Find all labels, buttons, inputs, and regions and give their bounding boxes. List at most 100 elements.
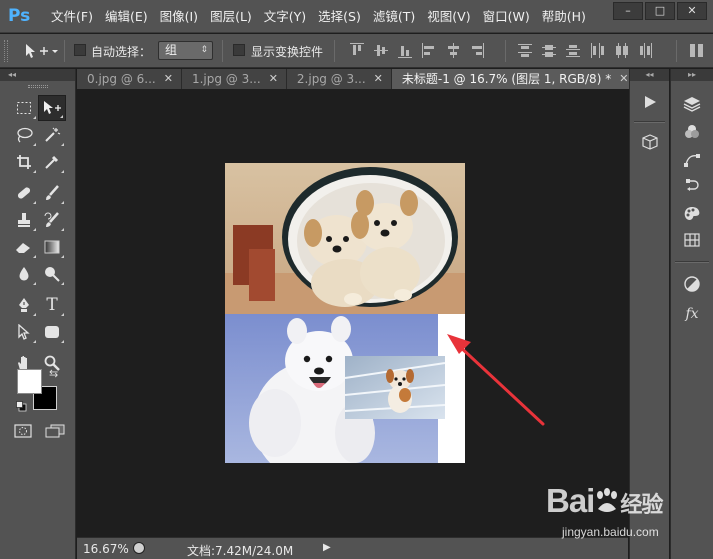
auto-select-dropdown[interactable]: 组 ⇕: [158, 41, 213, 60]
status-info-icon[interactable]: [133, 542, 145, 554]
minimize-button[interactable]: –: [613, 2, 643, 20]
align-top-icon[interactable]: [350, 43, 364, 59]
adjustments-icon[interactable]: [681, 273, 703, 295]
auto-align-layers-icon[interactable]: [690, 43, 704, 59]
3d-cube-icon[interactable]: [639, 131, 661, 153]
quick-mask-icon[interactable]: [14, 424, 32, 441]
healing-brush-tool-icon[interactable]: [10, 180, 38, 206]
tools-panel: ◂◂ T ⇆: [0, 69, 76, 559]
options-separator: [676, 40, 677, 62]
eraser-tool-icon[interactable]: [10, 234, 38, 260]
gradient-tool-icon[interactable]: [38, 234, 66, 260]
close-tab-icon[interactable]: ✕: [374, 69, 383, 89]
clone-stamp-tool-icon[interactable]: [10, 207, 38, 233]
menu-items: 文件(F) 编辑(E) 图像(I) 图层(L) 文字(Y) 选择(S) 滤镜(T…: [46, 0, 593, 33]
right-panel-dock-2: ▸▸ fx: [670, 69, 713, 559]
tool-grid: T: [10, 95, 70, 377]
layers-icon[interactable]: [681, 93, 703, 115]
menu-filter[interactable]: 滤镜(T): [368, 0, 420, 33]
close-tab-icon[interactable]: ✕: [164, 69, 173, 89]
maximize-button[interactable]: □: [645, 2, 675, 20]
auto-select-checkbox[interactable]: [74, 44, 86, 56]
pen-tool-icon[interactable]: [10, 292, 38, 318]
distribute-vcenter-icon[interactable]: [542, 43, 556, 59]
default-colors-icon[interactable]: [16, 401, 27, 412]
path-selection-tool-icon[interactable]: [10, 319, 38, 345]
move-tool-icon[interactable]: [38, 95, 66, 121]
history-icon[interactable]: [681, 175, 703, 197]
distribute-bottom-icon[interactable]: [566, 43, 580, 59]
align-vcenter-icon[interactable]: [374, 43, 388, 59]
document-size: 文档:7.42M/24.0M: [187, 544, 294, 558]
tab-0jpg[interactable]: 0.jpg @ 6... ✕: [77, 69, 182, 89]
align-right-icon[interactable]: [470, 43, 484, 59]
channels-icon[interactable]: [681, 121, 703, 143]
tab-label: 1.jpg @ 3...: [191, 72, 261, 86]
tab-untitled-1[interactable]: 未标题-1 @ 16.7% (图层 1, RGB/8) * ✕: [391, 69, 638, 89]
panel-collapse-toggle[interactable]: ◂◂: [630, 69, 669, 81]
menu-image[interactable]: 图像(I): [155, 0, 203, 33]
magic-wand-tool-icon[interactable]: [38, 122, 66, 148]
dodge-tool-icon[interactable]: [38, 261, 66, 287]
document-canvas[interactable]: [225, 163, 465, 463]
move-tool-preset-icon[interactable]: [22, 42, 58, 60]
tab-2jpg[interactable]: 2.jpg @ 3... ✕: [286, 69, 392, 89]
distribute-left-icon[interactable]: [590, 43, 604, 59]
panel-expand-toggle[interactable]: ▸▸: [671, 69, 713, 81]
close-button[interactable]: ✕: [677, 2, 707, 20]
options-bar: 自动选择： 组 ⇕ 显示变换控件: [0, 34, 713, 68]
show-transform-label: 显示变换控件: [251, 45, 324, 59]
close-tab-icon[interactable]: ✕: [269, 69, 278, 89]
document-tabs: 0.jpg @ 6... ✕ 1.jpg @ 3... ✕ 2.jpg @ 3...…: [77, 69, 638, 89]
actions-play-icon[interactable]: [639, 91, 661, 113]
canvas-area[interactable]: [77, 90, 628, 536]
options-bar-grip[interactable]: [4, 40, 8, 62]
foreground-color-swatch[interactable]: [17, 369, 42, 394]
panel-separator: [675, 261, 709, 263]
menu-help[interactable]: 帮助(H): [537, 0, 591, 33]
swatches-palette-icon[interactable]: [681, 203, 703, 225]
align-left-icon[interactable]: [422, 43, 436, 59]
blur-tool-icon[interactable]: [10, 261, 38, 287]
lasso-tool-icon[interactable]: [10, 122, 38, 148]
distribute-hcenter-icon[interactable]: [614, 43, 628, 59]
show-transform-checkbox[interactable]: [233, 44, 245, 56]
dropdown-arrows-icon: ⇕: [200, 45, 208, 55]
crop-tool-icon[interactable]: [10, 149, 38, 175]
menu-layer[interactable]: 图层(L): [205, 0, 257, 33]
distribute-buttons: [518, 43, 652, 59]
tools-panel-collapse[interactable]: ◂◂: [0, 69, 75, 81]
distribute-top-icon[interactable]: [518, 43, 532, 59]
paths-icon[interactable]: [681, 149, 703, 171]
tab-label: 未标题-1 @ 16.7% (图层 1, RGB/8) *: [401, 72, 612, 86]
align-bottom-icon[interactable]: [398, 43, 412, 59]
menu-type[interactable]: 文字(Y): [259, 0, 311, 33]
history-brush-tool-icon[interactable]: [38, 207, 66, 233]
menu-bar: Ps 文件(F) 编辑(E) 图像(I) 图层(L) 文字(Y) 选择(S) 滤…: [0, 0, 713, 33]
rect-marquee-tool-icon[interactable]: [10, 95, 38, 121]
distribute-right-icon[interactable]: [638, 43, 652, 59]
styles-fx-icon[interactable]: fx: [681, 303, 703, 325]
window-controls: – □ ✕: [613, 2, 707, 20]
close-tab-icon[interactable]: ✕: [619, 69, 628, 89]
rectangle-shape-tool-icon[interactable]: [38, 319, 66, 345]
menu-edit[interactable]: 编辑(E): [100, 0, 153, 33]
swap-colors-icon[interactable]: ⇆: [49, 367, 58, 380]
menu-file[interactable]: 文件(F): [46, 0, 98, 33]
zoom-level[interactable]: 16.67%: [83, 542, 129, 556]
grid-swatches-icon[interactable]: [681, 229, 703, 251]
tab-1jpg[interactable]: 1.jpg @ 3... ✕: [181, 69, 287, 89]
options-separator: [64, 40, 65, 62]
tools-panel-grip[interactable]: [28, 85, 48, 88]
auto-select-label: 自动选择：: [91, 45, 152, 59]
status-bar: 16.67% 文档:7.42M/24.0M ▶: [77, 537, 628, 559]
align-hcenter-icon[interactable]: [446, 43, 460, 59]
type-tool-icon[interactable]: T: [38, 292, 66, 318]
screen-mode-icon[interactable]: [45, 424, 65, 441]
status-menu-arrow-icon[interactable]: ▶: [323, 542, 331, 553]
menu-select[interactable]: 选择(S): [313, 0, 366, 33]
eyedropper-tool-icon[interactable]: [38, 149, 66, 175]
menu-window[interactable]: 窗口(W): [478, 0, 535, 33]
menu-view[interactable]: 视图(V): [422, 0, 475, 33]
brush-tool-icon[interactable]: [38, 180, 66, 206]
